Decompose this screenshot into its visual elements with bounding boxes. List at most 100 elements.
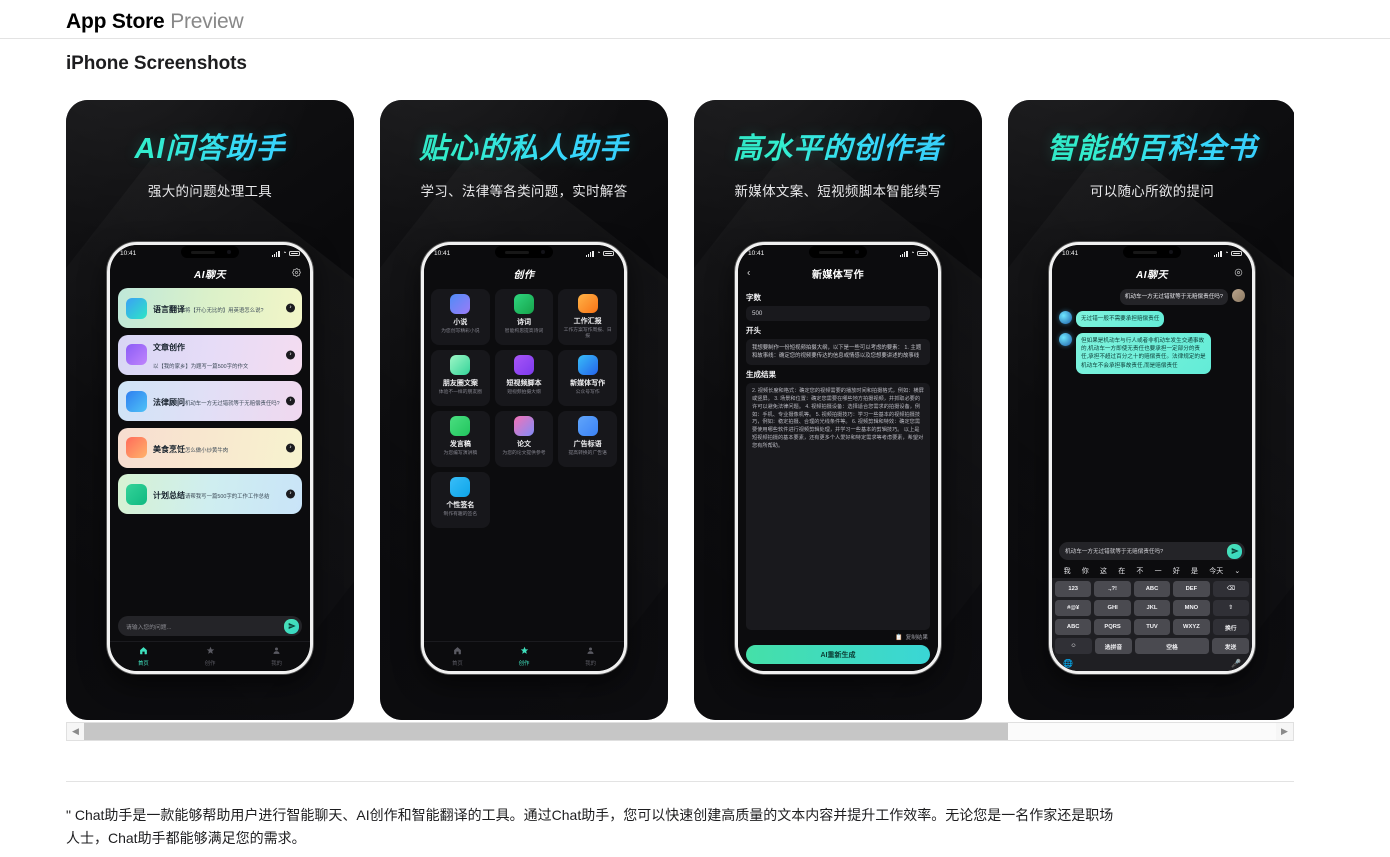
- creation-grid-cell[interactable]: 短视频脚本 短视频拍摄大纲: [494, 350, 554, 406]
- ai-avatar-icon: [1059, 311, 1072, 325]
- prediction-word[interactable]: 是: [1191, 566, 1198, 576]
- regenerate-button[interactable]: AI重新生成: [746, 645, 930, 664]
- composer-1[interactable]: 请输入您的问题...: [118, 616, 302, 636]
- key-DEF[interactable]: DEF: [1173, 581, 1210, 597]
- microphone-icon[interactable]: 🎤: [1231, 659, 1241, 668]
- prediction-word[interactable]: 今天: [1209, 566, 1223, 576]
- key-TUV[interactable]: TUV: [1133, 619, 1171, 635]
- chat-composer[interactable]: 机动车一方无过错就等于无赔偿责任吗?: [1059, 542, 1245, 560]
- word-count-input[interactable]: 500: [746, 306, 930, 321]
- assistant-card[interactable]: 计划总结请帮我写一篇500字的工作工作总结 ›: [118, 474, 302, 514]
- key-.,?![interactable]: .,?!: [1094, 581, 1131, 597]
- keyboard[interactable]: 123.,?! ABC DEF ⌫ #@¥ GHI JKL MNO ⇧ ABC PQRS TUV WXY…: [1052, 578, 1252, 671]
- key-JKL[interactable]: JKL: [1133, 600, 1171, 616]
- screenshots-carousel[interactable]: AI问答助手 强大的问题处理工具 10:41 ◔ AI聊天 语言翻译将【开心无比…: [66, 100, 1294, 720]
- tab-bar-1[interactable]: 首页 创作 我的: [110, 641, 310, 671]
- chevron-left-icon[interactable]: ‹: [747, 268, 750, 279]
- prediction-word[interactable]: 好: [1173, 566, 1180, 576]
- screenshot-card-1[interactable]: AI问答助手 强大的问题处理工具 10:41 ◔ AI聊天 语言翻译将【开心无比…: [66, 100, 354, 720]
- assistant-card[interactable]: 法律顾问机动车一方无过错就等于无赔偿责任吗? ›: [118, 381, 302, 421]
- key-WXYZ[interactable]: WXYZ: [1173, 619, 1210, 635]
- creation-grid-cell[interactable]: 广告标语 提高转换的广告语: [558, 411, 617, 467]
- prediction-word[interactable]: 这: [1100, 566, 1107, 576]
- screenshot-card-2[interactable]: 贴心的私人助手 学习、法律等各类问题，实时解答 10:41 ◔ 创作 小说 为您…: [380, 100, 668, 720]
- keyboard-row[interactable]: ABC PQRS TUV WXYZ 换行: [1055, 619, 1249, 635]
- scroll-left-arrow[interactable]: ◀: [67, 726, 84, 737]
- creation-grid[interactable]: 小说 为您创写精彩小说 诗词 智能构思提高诗词 工作汇报 工作方案写作周报、日报朋友圈文案…: [431, 289, 617, 528]
- wifi-icon: ◔: [910, 250, 915, 257]
- card-go-button[interactable]: ›: [286, 396, 295, 406]
- key-⌫[interactable]: ⌫: [1212, 581, 1249, 597]
- creation-grid-cell[interactable]: 论文 为您的论文提供参考: [494, 411, 554, 467]
- creation-grid-cell[interactable]: 朋友圈文案 体验不一样的朋友圈: [431, 350, 490, 406]
- key-#@¥[interactable]: #@¥: [1055, 600, 1092, 616]
- tab-bar-2[interactable]: 首页 创作 我的: [424, 641, 624, 671]
- app-title-2: 创作: [513, 269, 535, 281]
- card-go-button[interactable]: ›: [286, 443, 295, 452]
- send-icon[interactable]: [1227, 543, 1242, 559]
- tab-创作[interactable]: 创作: [177, 646, 244, 667]
- tab-label: 首页: [137, 661, 149, 667]
- gear-icon[interactable]: [292, 264, 301, 282]
- key-⇧[interactable]: ⇧: [1212, 600, 1249, 616]
- scrollbar-track[interactable]: [84, 723, 1276, 740]
- assistant-card[interactable]: 文章创作以【我的家乡】为题写一篇500字的作文 ›: [118, 334, 302, 375]
- assistant-card[interactable]: 美食烹饪怎么做小炒黄牛肉 ›: [118, 427, 302, 468]
- key-123[interactable]: 123: [1055, 581, 1092, 597]
- creation-grid-cell[interactable]: 工作汇报 工作方案写作周报、日报: [558, 289, 617, 345]
- screenshot-card-3[interactable]: 高水平的创作者 新媒体文案、短视频脚本智能续写 10:41 ◔ ‹ 新媒体写作 …: [694, 100, 982, 720]
- key-选拼音[interactable]: 选拼音: [1095, 638, 1132, 654]
- carousel-scrollbar[interactable]: ◀ ▶: [66, 722, 1294, 741]
- shot-3-hero-subtitle: 新媒体文案、短视频脚本智能续写: [734, 183, 942, 199]
- assistant-card[interactable]: 语言翻译将【开心无比的】用英语怎么说? ›: [118, 288, 302, 328]
- tab-首页[interactable]: 首页: [424, 646, 491, 667]
- scrollbar-thumb[interactable]: [84, 723, 1008, 740]
- card-go-button[interactable]: ›: [286, 303, 295, 313]
- key-MNO[interactable]: MNO: [1173, 600, 1210, 616]
- creation-grid-cell[interactable]: 发言稿 为您编写演讲稿: [431, 411, 490, 467]
- card-description: 怎么做小炒黄牛肉: [185, 447, 229, 454]
- assistant-card-list[interactable]: 语言翻译将【开心无比的】用英语怎么说? › 文章创作以【我的家乡】为题写一篇500字…: [110, 284, 310, 616]
- key-发送[interactable]: 发送: [1212, 638, 1249, 654]
- creation-grid-cell[interactable]: 小说 为您创写精彩小说: [431, 289, 490, 345]
- keyboard-bottom-row[interactable]: 🌐 🎤: [1055, 657, 1249, 671]
- prediction-word[interactable]: 不: [1136, 566, 1143, 576]
- prediction-bar[interactable]: 我 你 这 在 不 一 好 是 今天 ⌄: [1052, 563, 1252, 578]
- key-PQRS[interactable]: PQRS: [1094, 619, 1131, 635]
- keyboard-row[interactable]: #@¥ GHI JKL MNO ⇧: [1055, 600, 1249, 616]
- prediction-word[interactable]: 你: [1082, 566, 1089, 576]
- card-title: 语言翻译: [153, 305, 185, 314]
- ai-message-bubble: 无过错一般不需要承担赔偿责任: [1076, 311, 1165, 328]
- send-icon[interactable]: [284, 618, 299, 634]
- tab-首页[interactable]: 首页: [110, 646, 177, 667]
- screenshot-card-4[interactable]: 智能的百科全书 可以随心所欲的提问 10:41 ◔ AI聊天 机动车一方无过错就…: [1008, 100, 1294, 720]
- key-GHI[interactable]: GHI: [1094, 600, 1131, 616]
- chevron-down-icon[interactable]: ⌄: [1234, 567, 1240, 575]
- key-ABC[interactable]: ABC: [1055, 619, 1092, 635]
- keyboard-row[interactable]: ☺ 选拼音 空格 发送: [1055, 638, 1249, 654]
- creation-grid-cell[interactable]: 个性签名 制作有趣的签名: [431, 472, 490, 528]
- globe-icon[interactable]: 🌐: [1063, 659, 1073, 668]
- key-ABC[interactable]: ABC: [1133, 581, 1171, 597]
- prediction-word[interactable]: 一: [1155, 566, 1162, 576]
- prediction-word[interactable]: 在: [1118, 566, 1125, 576]
- creation-grid-cell[interactable]: 新媒体写作 公众号写作: [558, 350, 617, 406]
- creation-grid-cell[interactable]: 诗词 智能构思提高诗词: [494, 289, 554, 345]
- opening-textarea[interactable]: 我想要制作一份短视频拍摄大纲，以下是一些可以考虑的要素： 1. 主题和故事线：确…: [746, 339, 930, 366]
- card-go-button[interactable]: ›: [286, 350, 295, 359]
- key-☺[interactable]: ☺: [1055, 638, 1092, 654]
- keyboard-row[interactable]: 123.,?! ABC DEF ⌫: [1055, 581, 1249, 597]
- key-换行[interactable]: 换行: [1212, 619, 1249, 635]
- tab-我的[interactable]: 我的: [243, 646, 310, 667]
- prediction-word[interactable]: 我: [1064, 566, 1071, 576]
- card-go-button[interactable]: ›: [286, 489, 295, 499]
- card-title: 文章创作: [153, 342, 185, 352]
- copy-result-button[interactable]: 📋 复制结果: [748, 633, 928, 642]
- tab-我的[interactable]: 我的: [557, 646, 624, 667]
- home-icon: [110, 646, 177, 658]
- key-空格[interactable]: 空格: [1135, 638, 1209, 654]
- scroll-right-arrow[interactable]: ▶: [1276, 726, 1293, 737]
- gear-icon[interactable]: [1234, 264, 1243, 282]
- tab-创作[interactable]: 创作: [491, 646, 558, 667]
- tab-label: 创作: [204, 661, 216, 667]
